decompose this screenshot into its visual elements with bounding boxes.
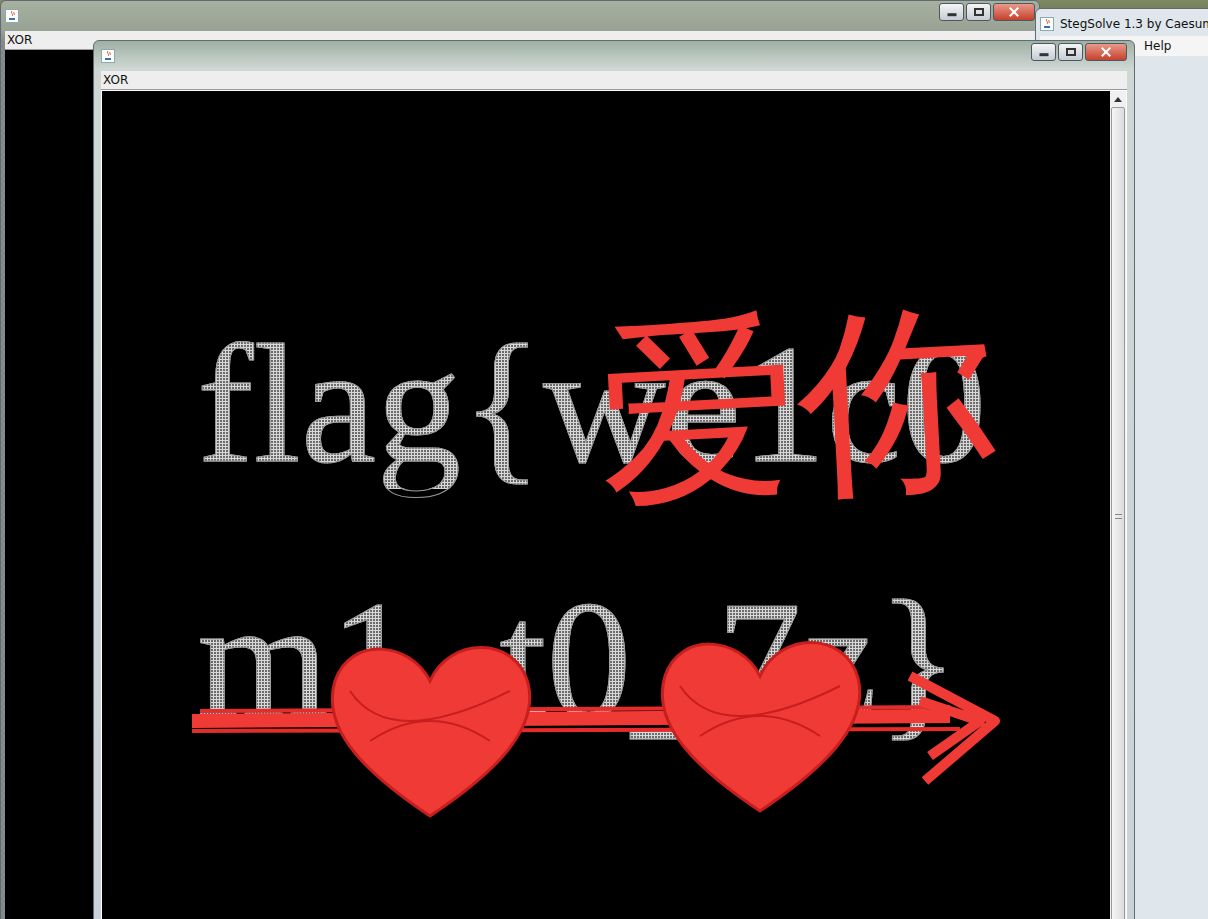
close-button[interactable]	[993, 3, 1035, 21]
maximize-button[interactable]	[966, 3, 991, 21]
title-bar: StegSolve 1.3 by Caesum	[1040, 9, 1208, 36]
image-canvas: flag{we1c0m1_t0_7z}爱你	[102, 91, 1110, 919]
caption-buttons	[939, 3, 1035, 21]
doodle-text: 爱你	[592, 296, 1002, 517]
heart-icon	[662, 642, 859, 811]
menu-item[interactable]: Help	[1140, 39, 1175, 53]
caption-buttons	[1031, 43, 1127, 61]
title-bar	[5, 1, 1035, 31]
scroll-thumb[interactable]	[1111, 107, 1125, 919]
java-icon	[1040, 17, 1054, 31]
minimize-button[interactable]	[939, 3, 964, 21]
maximize-button[interactable]	[1058, 43, 1083, 61]
minimize-icon	[947, 13, 956, 16]
grip-icon	[1115, 514, 1122, 519]
scrollbar[interactable]	[1110, 91, 1126, 919]
arrow-up-icon	[1114, 97, 1122, 102]
java-icon	[101, 49, 115, 63]
title-bar	[101, 41, 1127, 71]
scroll-track	[1110, 107, 1126, 919]
maximize-icon	[974, 8, 984, 16]
java-icon	[5, 9, 19, 23]
minimize-icon	[1039, 53, 1048, 56]
desktop: XOR StegSolve 1.3 by Caesum Help XORflag{we…	[0, 0, 1208, 919]
content: flag{we1c0m1_t0_7z}爱你	[101, 90, 1127, 919]
heart-icon	[332, 647, 529, 816]
close-button[interactable]	[1085, 43, 1127, 61]
hearts-arrow-icon	[190, 621, 1010, 836]
window-title: StegSolve 1.3 by Caesum	[1060, 17, 1208, 31]
front-window[interactable]: XORflag{we1c0m1_t0_7z}爱你	[93, 40, 1135, 919]
window-label: XOR	[101, 71, 1127, 90]
scroll-up-button[interactable]	[1110, 91, 1126, 107]
minimize-button[interactable]	[1031, 43, 1056, 61]
maximize-icon	[1066, 48, 1076, 56]
